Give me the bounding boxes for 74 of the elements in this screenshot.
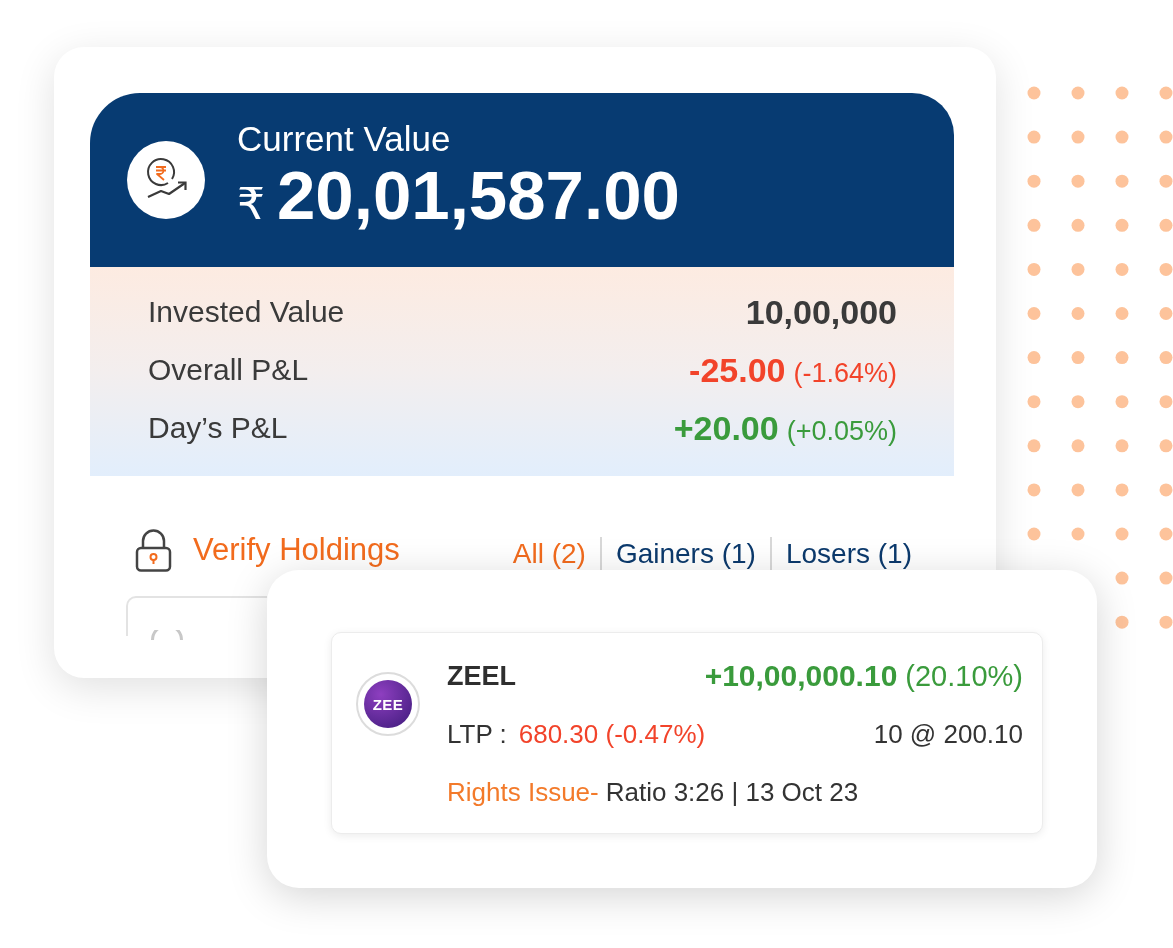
dot-icon xyxy=(1115,615,1129,629)
dot-icon xyxy=(1115,395,1129,409)
dot-icon xyxy=(1159,218,1173,232)
dot-icon xyxy=(1115,86,1129,100)
search-icon xyxy=(150,630,184,640)
dot-icon xyxy=(1071,439,1085,453)
dot-icon xyxy=(1115,130,1129,144)
dot-icon xyxy=(1159,395,1173,409)
dot-icon xyxy=(1071,395,1085,409)
holding-card[interactable]: ZEE ZEEL +10,00,000.10 (20.10%) LTP : 680.30 (-0.47%) 10 @ 200.10 Rights Issue- Ratio 3:26 | 13 Oct 23 xyxy=(331,632,1043,834)
currency-symbol: ₹ xyxy=(237,178,265,229)
dot-icon xyxy=(1071,351,1085,365)
summary-value: -25.00 xyxy=(689,350,786,390)
dot-icon xyxy=(1071,86,1085,100)
dot-icon xyxy=(1027,174,1041,188)
dot-icon xyxy=(1027,307,1041,320)
dot-icon xyxy=(1115,527,1129,541)
rupee-growth-icon xyxy=(127,141,205,219)
dot-icon xyxy=(1115,571,1129,585)
dot-icon xyxy=(1027,483,1041,497)
corporate-action-label: Rights Issue- xyxy=(447,776,599,808)
dot-icon xyxy=(1115,307,1129,320)
dot-icon xyxy=(1115,262,1129,276)
dot-icon xyxy=(1071,527,1085,541)
holding-pnl: +10,00,000.10 xyxy=(704,659,898,693)
summary-label: Invested Value xyxy=(148,295,345,329)
current-value-amount: 20,01,587.00 xyxy=(277,159,680,233)
corporate-action-detail: Ratio 3:26 | 13 Oct 23 xyxy=(605,776,859,808)
summary-label: Overall P&L xyxy=(148,353,309,387)
logo-text: ZEE xyxy=(364,680,412,728)
dot-icon xyxy=(1071,218,1085,232)
dot-icon xyxy=(1115,174,1129,188)
dot-icon xyxy=(1027,351,1041,365)
summary-label: Day’s P&L xyxy=(148,411,288,445)
summary-change: (-1.64%) xyxy=(793,357,897,389)
dot-icon xyxy=(1027,86,1041,100)
dot-icon xyxy=(1159,527,1173,541)
dot-icon xyxy=(1071,483,1085,497)
ltp-label: LTP : xyxy=(447,718,507,750)
dot-icon xyxy=(1159,307,1173,320)
dot-icon xyxy=(1027,218,1041,232)
dot-icon xyxy=(1027,439,1041,453)
filter-tab[interactable]: Losers (1) xyxy=(771,538,912,570)
dot-icon xyxy=(1115,439,1129,453)
summary-value: 10,00,000 xyxy=(745,292,897,332)
dot-icon xyxy=(1115,351,1129,365)
dot-icon xyxy=(1159,351,1173,365)
dot-icon xyxy=(1027,262,1041,276)
dot-icon xyxy=(1159,174,1173,188)
filter-tab[interactable]: Gainers (1) xyxy=(601,538,770,570)
dot-icon xyxy=(1027,527,1041,541)
dot-icon xyxy=(1071,130,1085,144)
stock-symbol: ZEEL xyxy=(447,660,516,692)
dot-icon xyxy=(1027,395,1041,409)
dot-icon xyxy=(1159,571,1173,585)
dot-icon xyxy=(1115,218,1129,232)
ltp-value: 680.30 (-0.47%) xyxy=(518,718,706,750)
dot-icon xyxy=(1159,483,1173,497)
quantity-price: 10 @ 200.10 xyxy=(873,718,1023,750)
dot-icon xyxy=(1159,86,1173,100)
dot-icon xyxy=(1071,174,1085,188)
dot-icon xyxy=(1115,483,1129,497)
dot-icon xyxy=(1071,262,1085,276)
dot-icon xyxy=(1159,615,1173,629)
dot-icon xyxy=(1027,130,1041,144)
dot-icon xyxy=(1071,307,1085,320)
summary-value: +20.00 xyxy=(673,408,779,448)
current-value-label: Current Value xyxy=(237,119,452,159)
dot-icon xyxy=(1159,439,1173,453)
summary-change: (+0.05%) xyxy=(786,415,897,447)
lock-icon xyxy=(135,528,172,572)
dot-icon xyxy=(1159,130,1173,144)
dot-icon xyxy=(1159,262,1173,276)
holding-pnl-change: (20.10%) xyxy=(905,660,1023,693)
